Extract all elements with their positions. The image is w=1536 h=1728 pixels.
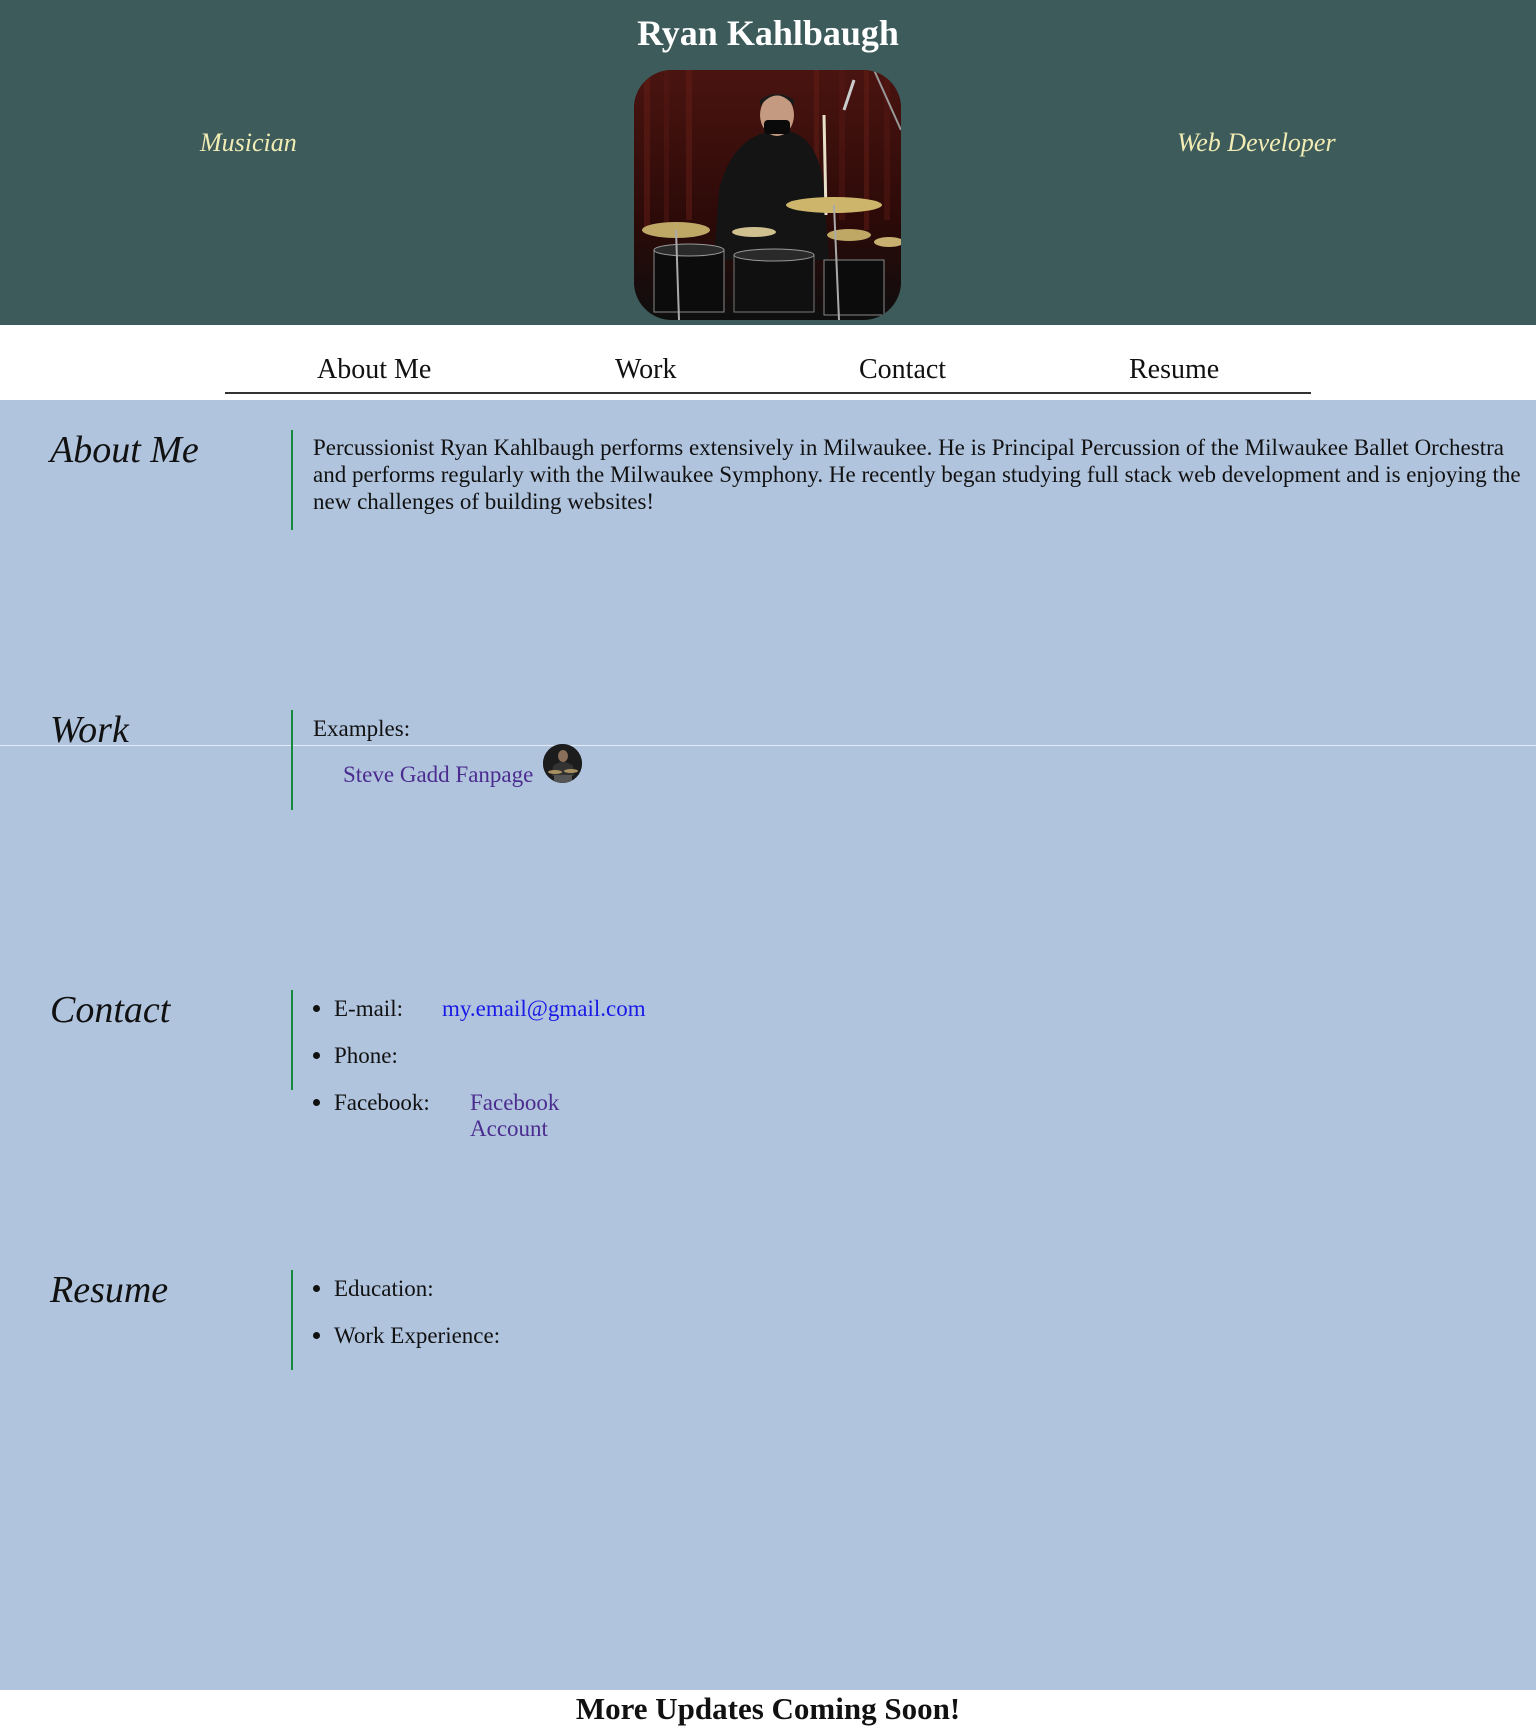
steve-gadd-fanpage-link[interactable]: Steve Gadd Fanpage — [343, 762, 533, 788]
contact-item-facebook: Facebook: Facebook Account — [313, 1090, 559, 1141]
bullet-icon — [313, 1332, 320, 1339]
resume-item-work-experience: Work Experience: — [313, 1323, 500, 1370]
work-section-rule — [291, 710, 293, 810]
contact-item-phone: Phone: — [313, 1043, 430, 1090]
email-label: E-mail: — [334, 996, 403, 1021]
about-section-title: About Me — [50, 429, 199, 471]
site-title: Ryan Kahlbaugh — [637, 13, 899, 53]
contact-list: E-mail: my.email@gmail.com Phone: Facebo… — [313, 996, 646, 1141]
profile-photo — [634, 70, 901, 320]
resume-list: Education: Work Experience: — [313, 1276, 500, 1370]
nav-work[interactable]: Work — [615, 354, 677, 386]
main-nav: About Me Work Contact Resume — [225, 340, 1311, 394]
contact-section-rule — [291, 990, 293, 1090]
about-section-rule — [291, 430, 293, 530]
bullet-icon — [313, 1005, 320, 1012]
fanpage-thumbnail[interactable] — [543, 744, 582, 783]
site-header: Ryan Kahlbaugh Musician Web Developer — [0, 0, 1536, 325]
bullet-icon — [313, 1099, 320, 1106]
tagline-musician: Musician — [200, 128, 297, 157]
education-label: Education: — [334, 1276, 434, 1301]
tagline-web-developer: Web Developer — [1177, 128, 1336, 157]
nav-resume[interactable]: Resume — [1129, 354, 1219, 386]
facebook-label: Facebook: — [334, 1090, 430, 1115]
work-section-title: Work — [50, 709, 129, 751]
resume-item-education: Education: — [313, 1276, 500, 1323]
footer-text: More Updates Coming Soon! — [575, 1691, 961, 1726]
phone-label: Phone: — [334, 1043, 398, 1068]
contact-item-email: E-mail: my.email@gmail.com — [313, 996, 646, 1043]
bullet-icon — [313, 1285, 320, 1292]
about-text: Percussionist Ryan Kahlbaugh performs ex… — [313, 435, 1521, 514]
email-link[interactable]: my.email@gmail.com — [442, 996, 646, 1022]
bullet-icon — [313, 1052, 320, 1059]
divider — [0, 745, 1536, 746]
nav-contact[interactable]: Contact — [859, 354, 946, 386]
main-content: About Me Percussionist Ryan Kahlbaugh pe… — [0, 400, 1536, 1690]
contact-section-title: Contact — [50, 989, 171, 1031]
facebook-account-link[interactable]: Facebook Account — [470, 1090, 559, 1142]
resume-section-title: Resume — [50, 1269, 169, 1311]
nav-about-me[interactable]: About Me — [317, 354, 431, 386]
work-examples-label: Examples: — [313, 716, 411, 741]
resume-section-rule — [291, 1270, 293, 1370]
work-experience-label: Work Experience: — [334, 1323, 501, 1348]
